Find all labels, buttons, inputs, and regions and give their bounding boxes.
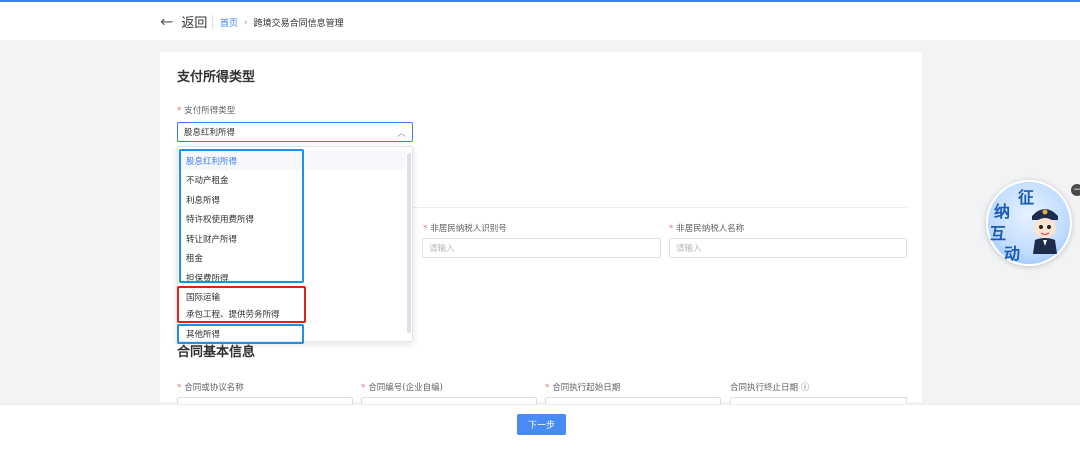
contract-number-label: * 合同编号(企业自编)	[361, 383, 443, 393]
highlight-box-red	[177, 286, 306, 323]
payment-section-title: 支付所得类型	[177, 70, 256, 85]
payment-type-value: 股息红利所得	[184, 128, 236, 138]
taxpayer-name-input[interactable]: 请输入	[669, 238, 907, 258]
back-button[interactable]: ← 返回	[160, 12, 207, 31]
highlight-box-blue	[179, 149, 304, 283]
taxpayer-name-placeholder: 请输入	[676, 244, 702, 254]
back-label: 返回	[181, 16, 208, 31]
taxpayer-id-input[interactable]: 请输入	[422, 238, 661, 258]
widget-char: 动	[1004, 244, 1021, 263]
breadcrumb-current: 跨境交易合同信息管理	[253, 19, 344, 29]
mascot-icon	[1032, 209, 1058, 254]
widget-close-icon[interactable]: −	[1071, 184, 1080, 196]
dropdown-scrollbar[interactable]	[407, 153, 411, 333]
taxpayer-id-label: * 非居民纳税人识别号	[423, 224, 507, 234]
top-bar: ← 返回 首页 › 跨境交易合同信息管理	[0, 0, 1080, 40]
taxpayer-id-placeholder: 请输入	[429, 244, 455, 254]
arrow-left-icon: ←	[160, 12, 174, 31]
payment-type-select[interactable]: 股息红利所得 ︿	[177, 122, 413, 142]
taxpayer-name-label: * 非居民纳税人名称	[669, 224, 745, 234]
chevron-up-icon: ︿	[396, 129, 406, 139]
contract-end-label: 合同执行终止日期 ⓘ	[730, 383, 810, 393]
header-divider	[212, 15, 213, 29]
breadcrumb: 首页 › 跨境交易合同信息管理	[220, 16, 344, 30]
highlight-box-blue	[177, 324, 304, 344]
contract-start-label: * 合同执行起始日期	[545, 383, 621, 393]
payment-type-label: * 支付所得类型	[177, 106, 236, 116]
info-icon: ⓘ	[800, 383, 810, 393]
next-step-button[interactable]: 下一步	[517, 414, 566, 435]
tax-interaction-widget[interactable]: 征 纳 互 动	[986, 180, 1072, 266]
widget-char: 纳	[994, 202, 1011, 221]
contract-name-label: * 合同或协议名称	[177, 383, 244, 393]
breadcrumb-separator: ›	[244, 17, 248, 28]
breadcrumb-home-link[interactable]: 首页	[220, 16, 238, 29]
